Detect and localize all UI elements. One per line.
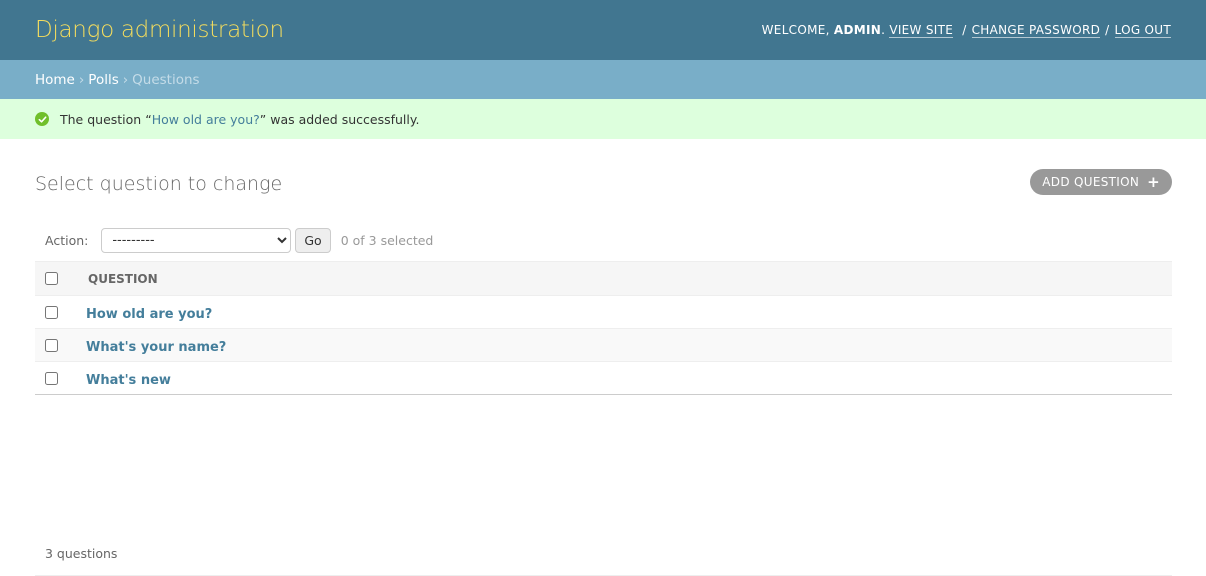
breadcrumb-separator: › bbox=[122, 71, 129, 88]
add-question-label: Add question bbox=[1042, 175, 1140, 189]
question-cell: What's new bbox=[79, 361, 1172, 395]
message-prefix: The question “ bbox=[60, 111, 152, 127]
actions-bar: Action: --------- Go 0 of 3 selected bbox=[35, 227, 1172, 253]
action-select[interactable]: --------- bbox=[101, 227, 292, 253]
select-all-checkbox[interactable] bbox=[45, 272, 58, 285]
header: Django administration Welcome, admin. Vi… bbox=[0, 0, 1206, 60]
row-checkbox-cell bbox=[35, 295, 79, 329]
add-question-button[interactable]: Add question + bbox=[1030, 169, 1172, 195]
action-counter: 0 of 3 selected bbox=[340, 232, 434, 248]
question-link[interactable]: How old are you? bbox=[79, 307, 212, 322]
row-checkbox-cell bbox=[35, 361, 79, 395]
view-site-link[interactable]: View site bbox=[889, 23, 954, 38]
table-header-row: Question bbox=[35, 261, 1172, 296]
table-row: What's new bbox=[35, 361, 1172, 395]
separator: / bbox=[1105, 23, 1110, 37]
success-message: The question “How old are you?” was adde… bbox=[0, 99, 1206, 139]
select-all-cell bbox=[35, 261, 79, 296]
breadcrumb-polls[interactable]: Polls bbox=[88, 72, 118, 88]
question-link[interactable]: What's new bbox=[79, 373, 171, 388]
site-branding: Django administration bbox=[35, 17, 284, 43]
row-checkbox[interactable] bbox=[45, 305, 58, 319]
username: admin bbox=[833, 23, 882, 37]
log-out-link[interactable]: Log out bbox=[1114, 23, 1171, 38]
breadcrumb: Home › Polls › Questions bbox=[0, 60, 1206, 99]
row-checkbox[interactable] bbox=[45, 338, 58, 352]
message-suffix: ” was added successfully. bbox=[259, 111, 420, 127]
question-link[interactable]: What's your name? bbox=[79, 340, 226, 355]
column-header-question[interactable]: Question bbox=[79, 261, 1172, 296]
table-row: What's your name? bbox=[35, 328, 1172, 362]
welcome-text: Welcome, bbox=[761, 23, 830, 37]
separator: / bbox=[962, 23, 967, 37]
breadcrumb-home[interactable]: Home bbox=[35, 72, 75, 88]
message-question-link[interactable]: How old are you? bbox=[152, 112, 260, 127]
plus-icon: + bbox=[1147, 172, 1160, 191]
table-row: How old are you? bbox=[35, 295, 1172, 329]
row-checkbox[interactable] bbox=[45, 371, 58, 385]
user-tools: Welcome, admin. View site / Change passwo… bbox=[761, 23, 1171, 38]
go-button[interactable]: Go bbox=[295, 227, 331, 253]
row-checkbox-cell bbox=[35, 328, 79, 362]
success-check-icon bbox=[35, 112, 49, 126]
paginator: 3 questions bbox=[35, 532, 1172, 576]
page-title: Select question to change bbox=[35, 173, 283, 195]
result-table: Question How old are you? What's your na… bbox=[35, 261, 1172, 395]
change-password-link[interactable]: Change password bbox=[971, 23, 1101, 38]
breadcrumb-separator: › bbox=[78, 71, 85, 88]
breadcrumb-current: Questions bbox=[132, 71, 200, 88]
question-cell: How old are you? bbox=[79, 295, 1172, 329]
action-label: Action: bbox=[45, 232, 89, 248]
question-cell: What's your name? bbox=[79, 328, 1172, 362]
